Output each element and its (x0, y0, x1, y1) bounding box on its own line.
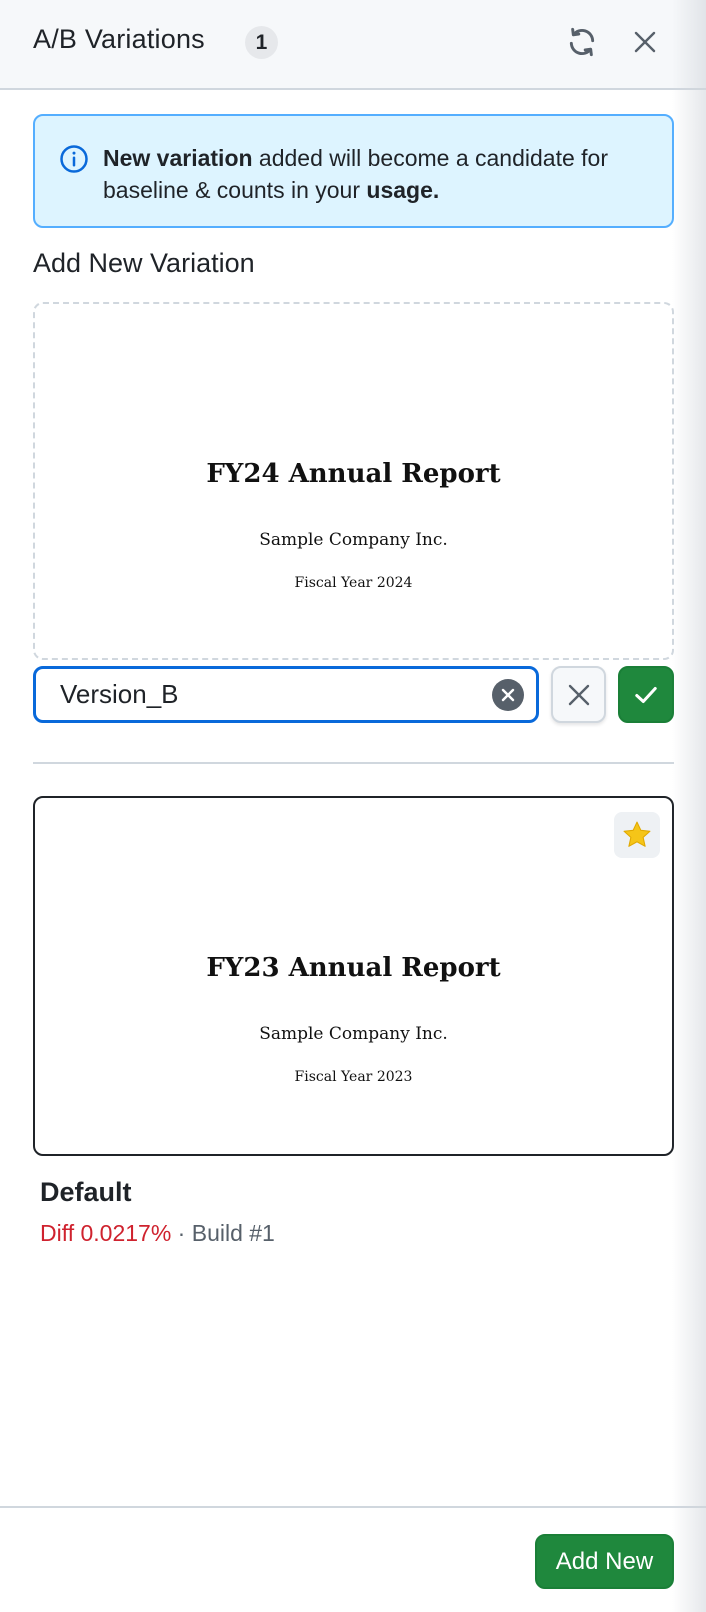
meta-separator: · (171, 1220, 192, 1246)
variation-name-input[interactable] (33, 666, 539, 723)
clear-input-button[interactable] (492, 679, 524, 711)
banner-bold-tail: usage. (366, 177, 440, 203)
info-icon (60, 145, 88, 173)
clear-circle-icon (501, 688, 515, 702)
panel-header: A/B Variations 1 (0, 0, 706, 90)
confirm-add-button[interactable] (618, 666, 674, 723)
default-doc-company: Sample Company Inc. (259, 1024, 448, 1044)
preview-doc-year: Fiscal Year 2024 (294, 575, 413, 591)
ab-variations-panel: A/B Variations 1 New variation added wil… (0, 0, 706, 1612)
check-icon (635, 686, 657, 703)
variation-count-badge: 1 (245, 26, 278, 59)
preview-doc-title: FY24 Annual Report (206, 459, 501, 489)
info-banner: New variation added will become a candid… (33, 114, 674, 228)
close-panel-button[interactable] (623, 20, 667, 64)
new-variation-preview: FY24 Annual Report Sample Company Inc. F… (33, 302, 674, 660)
diff-value: Diff 0.0217% (40, 1220, 172, 1246)
default-doc-year: Fiscal Year 2023 (294, 1069, 413, 1085)
add-new-button[interactable]: Add New (535, 1534, 674, 1589)
refresh-button[interactable] (560, 20, 604, 64)
default-doc-title: FY23 Annual Report (206, 953, 501, 983)
footer-divider (0, 1506, 706, 1508)
refresh-icon (569, 27, 595, 57)
cancel-add-button[interactable] (551, 666, 606, 723)
build-label: Build #1 (191, 1220, 275, 1246)
variation-name-label: Default (40, 1177, 132, 1207)
info-banner-text: New variation added will become a candid… (103, 142, 653, 206)
star-icon (623, 821, 651, 847)
banner-bold-lead: New variation (103, 145, 253, 171)
panel-title: A/B Variations (33, 24, 205, 54)
panel-edge-shadow (672, 0, 706, 1612)
baseline-star-button[interactable] (614, 812, 660, 858)
variation-card-default[interactable]: FY23 Annual Report Sample Company Inc. F… (33, 796, 674, 1156)
add-variation-heading: Add New Variation (33, 248, 255, 278)
section-divider (33, 762, 674, 764)
x-icon (568, 684, 589, 705)
preview-doc-company: Sample Company Inc. (259, 530, 448, 550)
close-icon (634, 31, 656, 53)
variation-meta: Diff 0.0217% · Build #1 (40, 1220, 275, 1247)
